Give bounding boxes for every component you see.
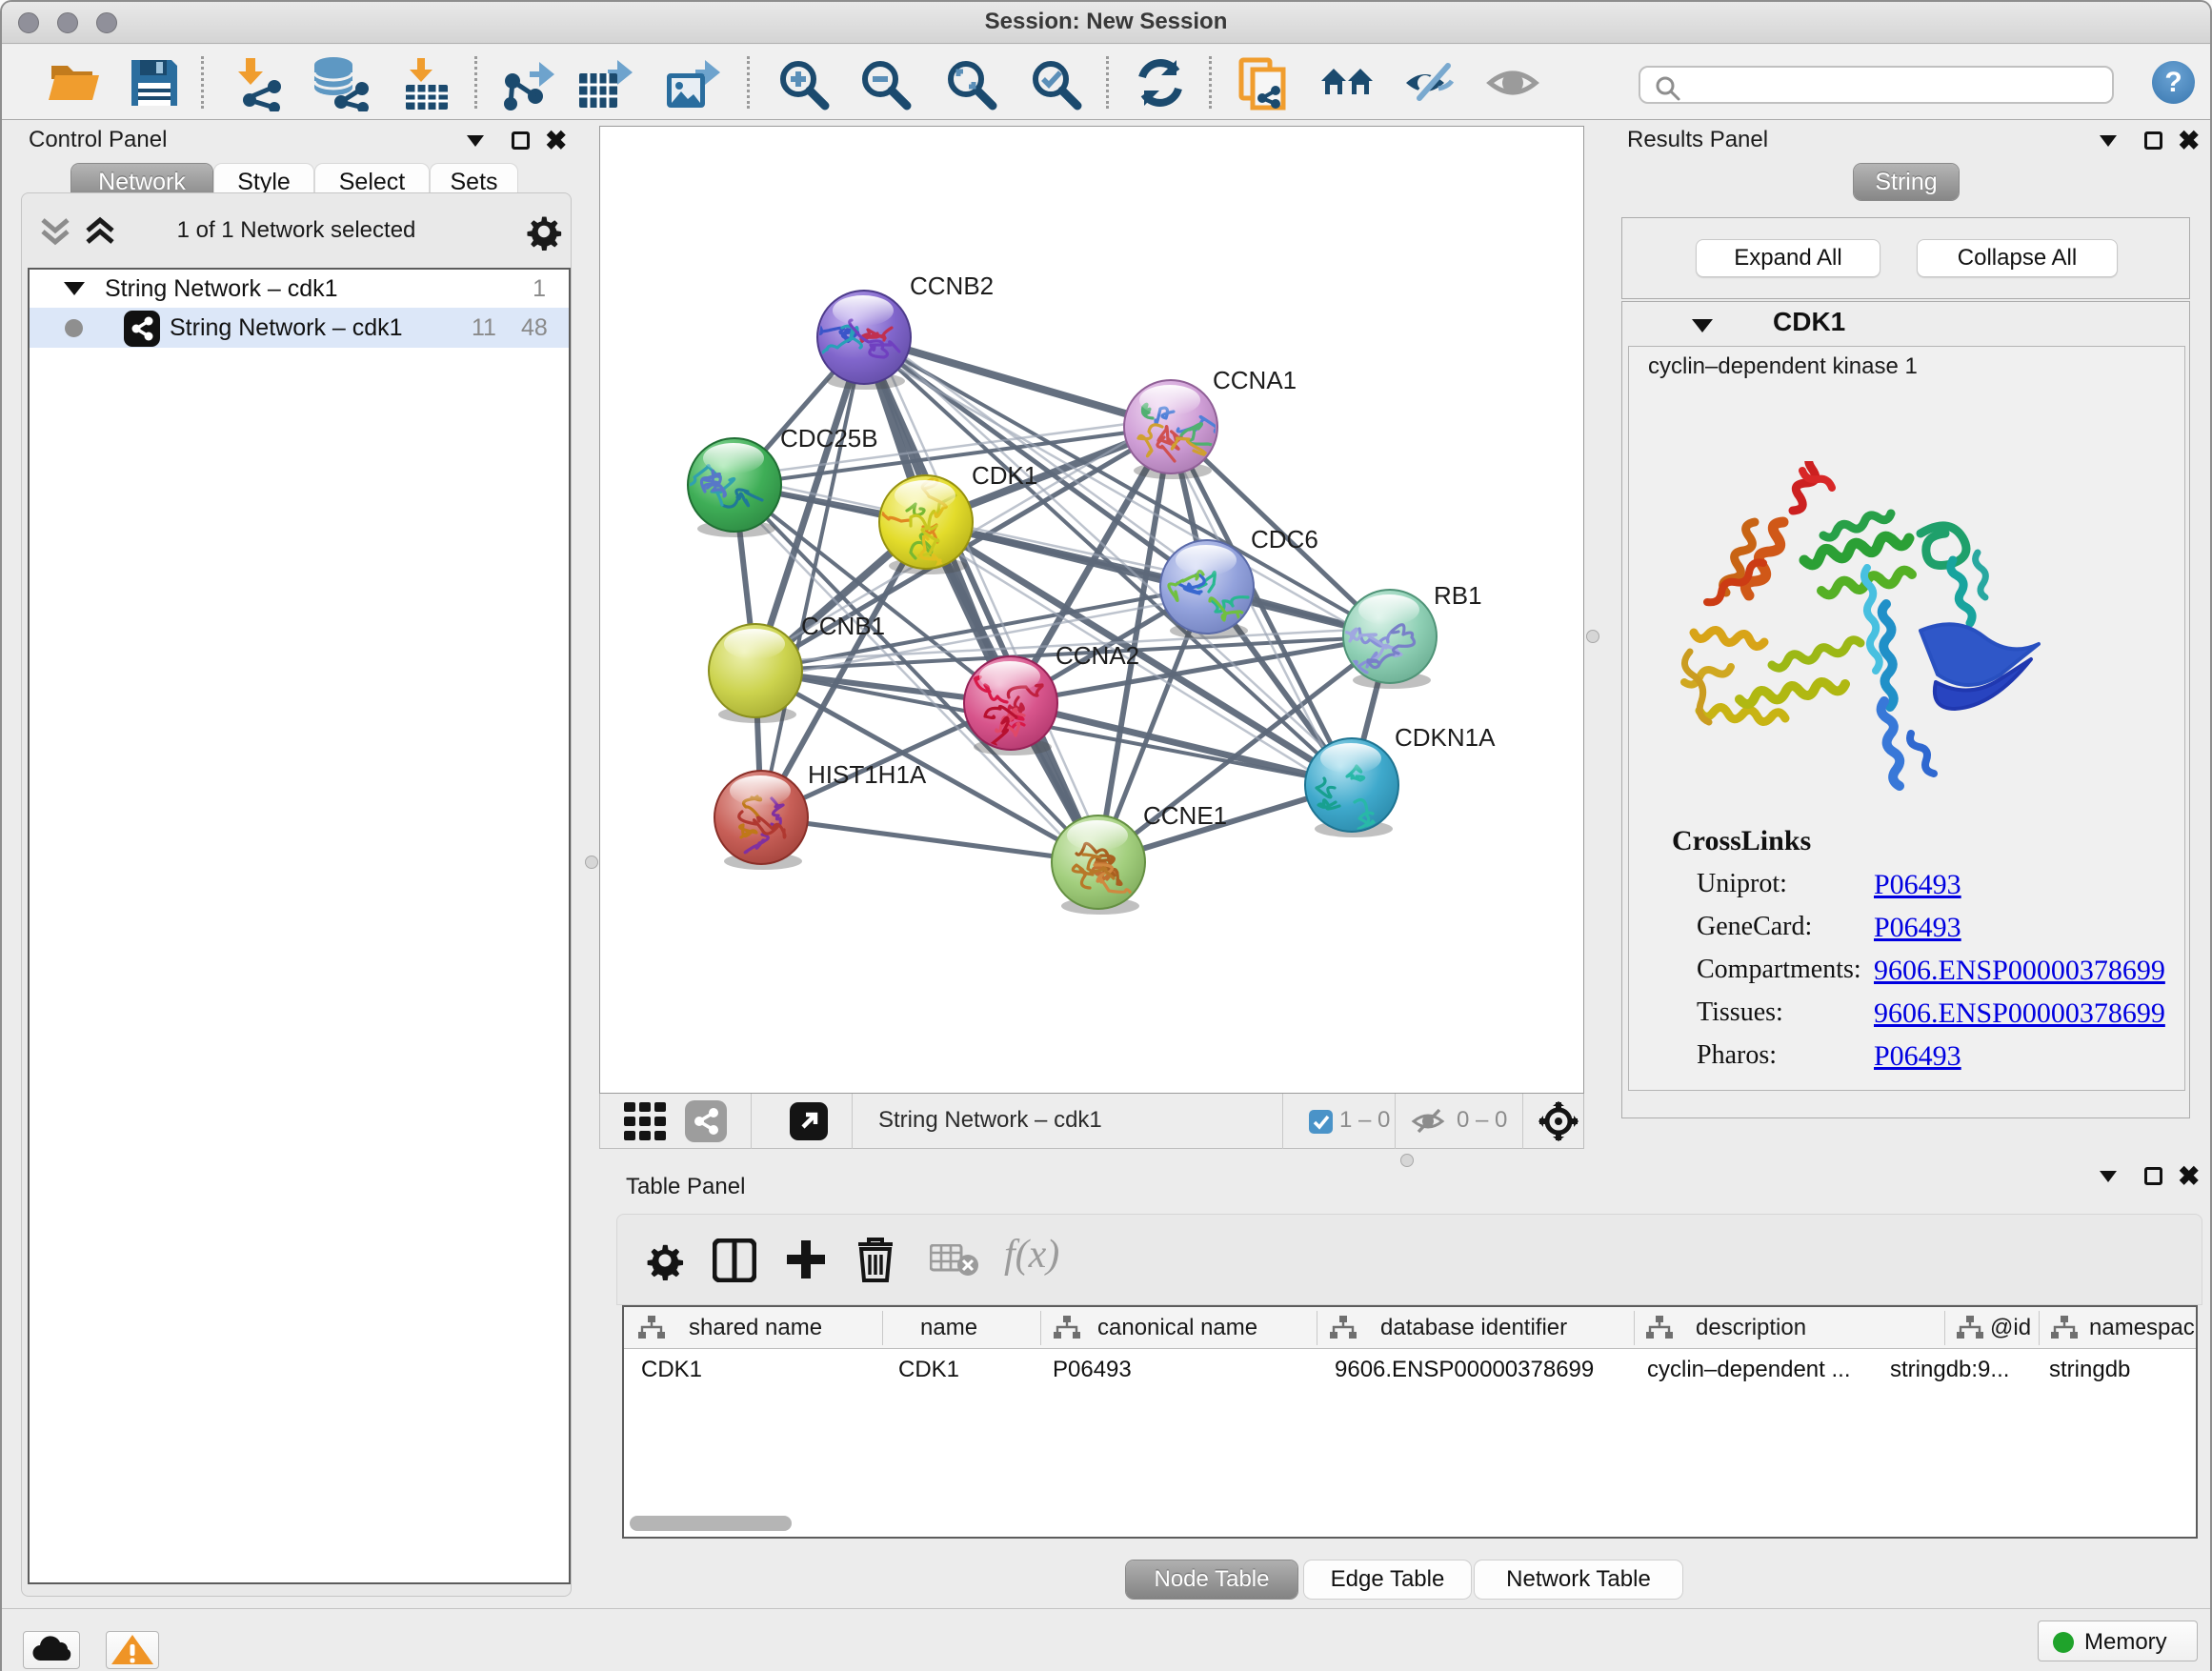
svg-text:CDC6: CDC6 xyxy=(1251,525,1318,554)
svg-text:CDK1: CDK1 xyxy=(972,461,1037,490)
svg-text:CCNE1: CCNE1 xyxy=(1143,801,1227,830)
svg-text:RB1: RB1 xyxy=(1434,581,1482,610)
svg-text:HIST1H1A: HIST1H1A xyxy=(808,760,927,789)
svg-text:CDC25B: CDC25B xyxy=(780,424,878,453)
svg-text:CCNB1: CCNB1 xyxy=(801,612,885,640)
svg-text:CDKN1A: CDKN1A xyxy=(1395,723,1496,752)
svg-text:CCNB2: CCNB2 xyxy=(910,272,994,300)
svg-text:CCNA2: CCNA2 xyxy=(1056,641,1139,670)
svg-text:CCNA1: CCNA1 xyxy=(1213,366,1297,394)
